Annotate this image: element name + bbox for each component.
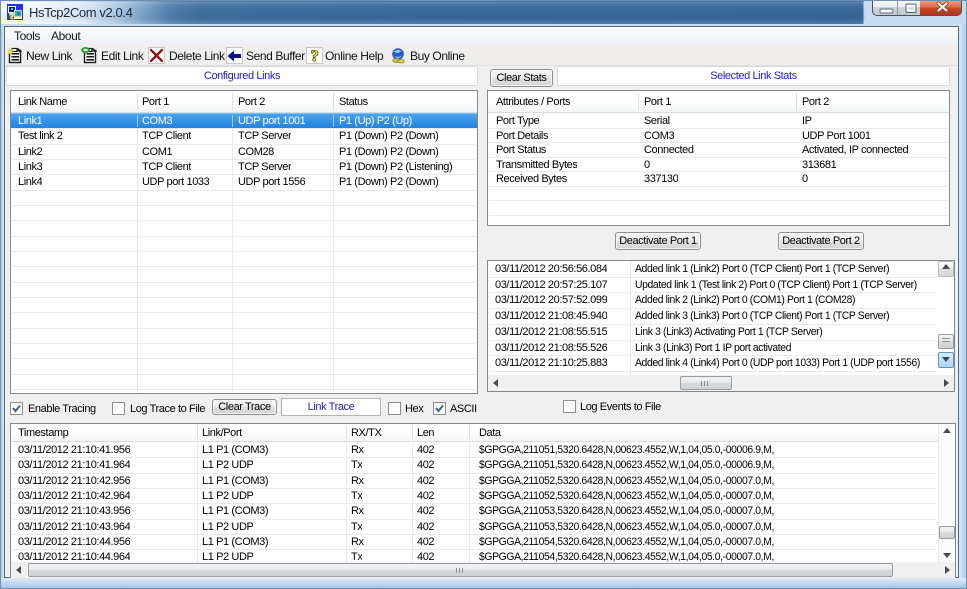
svg-text:?: ? (311, 48, 319, 64)
